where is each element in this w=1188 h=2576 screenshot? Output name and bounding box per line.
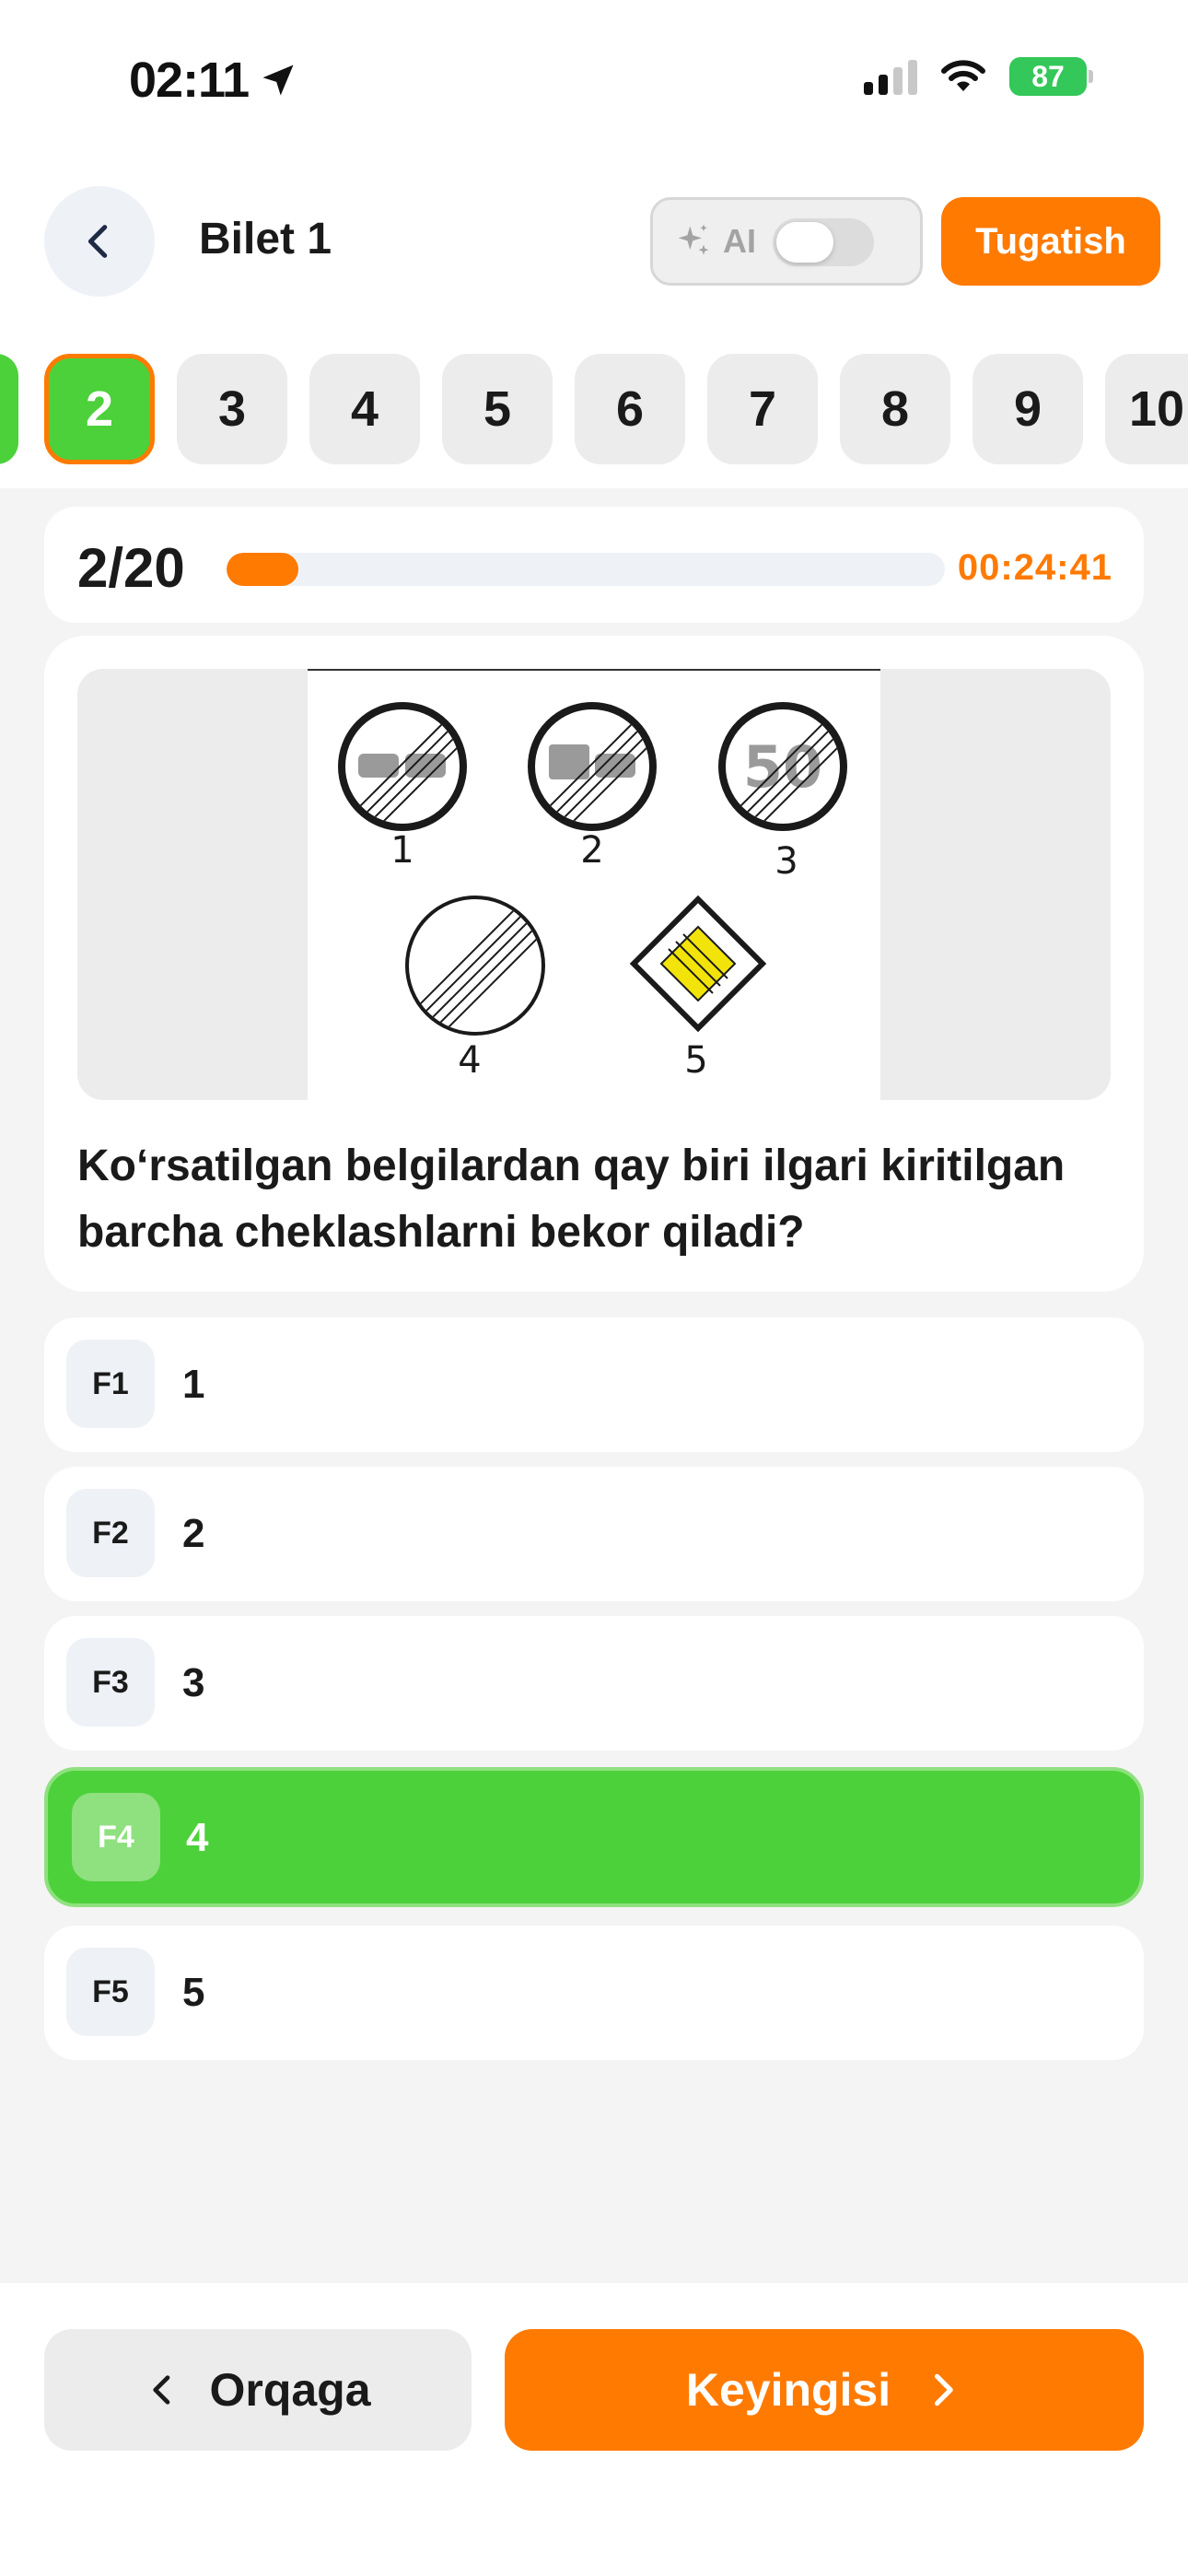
question-number-8[interactable]: 8 xyxy=(840,354,950,464)
sign-3-label: 3 xyxy=(775,840,798,883)
finish-button[interactable]: Tugatish xyxy=(941,197,1160,286)
sign-4-end-all-restrictions: 4 xyxy=(405,896,545,1082)
location-arrow-icon xyxy=(262,64,294,96)
answer-option-f5[interactable]: F5 5 xyxy=(44,1926,1144,2060)
progress-count: 2/20 xyxy=(77,537,185,599)
answer-text: 5 xyxy=(182,1970,205,2015)
sign-3-end-speed-limit: 50 3 xyxy=(718,702,847,883)
road-signs-image: 1 2 50 3 4 5 xyxy=(308,669,880,1100)
back-button[interactable] xyxy=(44,186,155,297)
progress-bar xyxy=(227,553,945,586)
question-number-3[interactable]: 3 xyxy=(177,354,287,464)
answer-option-f4[interactable]: F4 4 xyxy=(44,1767,1144,1907)
question-number-6[interactable]: 6 xyxy=(575,354,685,464)
ai-toggle[interactable]: AI xyxy=(650,197,923,286)
sign-5-label: 5 xyxy=(684,1039,707,1082)
chevron-left-icon xyxy=(87,225,108,258)
sign-4-label: 4 xyxy=(458,1039,481,1082)
progress-card: 2/20 00:24:41 xyxy=(44,507,1144,623)
road-signs-illustration: 1 2 50 3 4 5 xyxy=(338,702,847,1082)
question-number-10[interactable]: 10 xyxy=(1105,354,1188,464)
sign-2-end-no-overtaking-trucks: 2 xyxy=(528,702,657,872)
question-number-1-partial[interactable] xyxy=(0,354,18,464)
next-button-label: Keyingisi xyxy=(685,2364,891,2416)
answer-option-f1[interactable]: F1 1 xyxy=(44,1317,1144,1452)
ai-switch[interactable] xyxy=(773,218,874,266)
sign-1-label: 1 xyxy=(390,829,413,872)
status-bar: 02:11 87 xyxy=(0,0,1188,157)
answer-key: F4 xyxy=(72,1793,160,1881)
question-number-7[interactable]: 7 xyxy=(707,354,818,464)
status-time: 02:11 xyxy=(129,52,298,109)
timer: 00:24:41 xyxy=(957,547,1112,588)
page-title: Bilet 1 xyxy=(199,215,332,263)
question-text: Ko‘rsatilgan belgilardan qay biri ilgari… xyxy=(77,1142,1066,1257)
answer-key: F2 xyxy=(66,1489,155,1577)
battery-charging-icon: 87 xyxy=(1009,57,1093,96)
sign-5-end-priority-road: 5 xyxy=(629,895,767,1082)
previous-button[interactable]: Orqaga xyxy=(44,2329,472,2451)
next-button[interactable]: Keyingisi xyxy=(505,2329,1144,2451)
question-image: 1 2 50 3 4 5 xyxy=(77,669,1111,1100)
content-area: 2/20 00:24:41 1 2 50 3 4 5 Ko‘rsatilgan … xyxy=(0,488,1188,2283)
sign-1-end-no-overtaking: 1 xyxy=(338,702,467,872)
answer-option-f2[interactable]: F2 2 xyxy=(44,1467,1144,1601)
question-card: 1 2 50 3 4 5 Ko‘rsatilgan belgilardan qa… xyxy=(44,636,1144,1292)
answer-text: 4 xyxy=(186,1815,209,1860)
status-icons: 87 xyxy=(864,57,1093,96)
battery-level: 87 xyxy=(1031,59,1065,93)
progress-fill xyxy=(227,553,298,586)
question-number-strip: 2 3 4 5 6 7 8 9 10 xyxy=(0,332,1188,488)
answer-key: F1 xyxy=(66,1340,155,1428)
chevron-right-icon xyxy=(935,2373,953,2406)
header: Bilet 1 AI Tugatish xyxy=(0,157,1188,332)
question-number-4[interactable]: 4 xyxy=(309,354,420,464)
answer-key: F5 xyxy=(66,1948,155,2036)
answer-key: F3 xyxy=(66,1638,155,1727)
chevron-left-icon xyxy=(153,2375,170,2405)
answer-text: 1 xyxy=(182,1362,205,1407)
answer-option-f3[interactable]: F3 3 xyxy=(44,1616,1144,1751)
sparkles-icon xyxy=(678,224,709,255)
question-number-2[interactable]: 2 xyxy=(44,354,155,464)
ai-label: AI xyxy=(723,222,756,260)
answer-text: 2 xyxy=(182,1511,205,1556)
bottom-navigation: Orqaga Keyingisi xyxy=(0,2283,1188,2576)
previous-button-label: Orqaga xyxy=(209,2364,371,2416)
sign-2-label: 2 xyxy=(580,829,603,872)
question-number-5[interactable]: 5 xyxy=(442,354,553,464)
ai-switch-knob[interactable] xyxy=(776,222,833,263)
cellular-signal-icon xyxy=(864,58,917,95)
answer-text: 3 xyxy=(182,1660,205,1705)
wifi-icon xyxy=(941,60,985,91)
status-time-text: 02:11 xyxy=(129,53,250,108)
question-number-9[interactable]: 9 xyxy=(973,354,1083,464)
